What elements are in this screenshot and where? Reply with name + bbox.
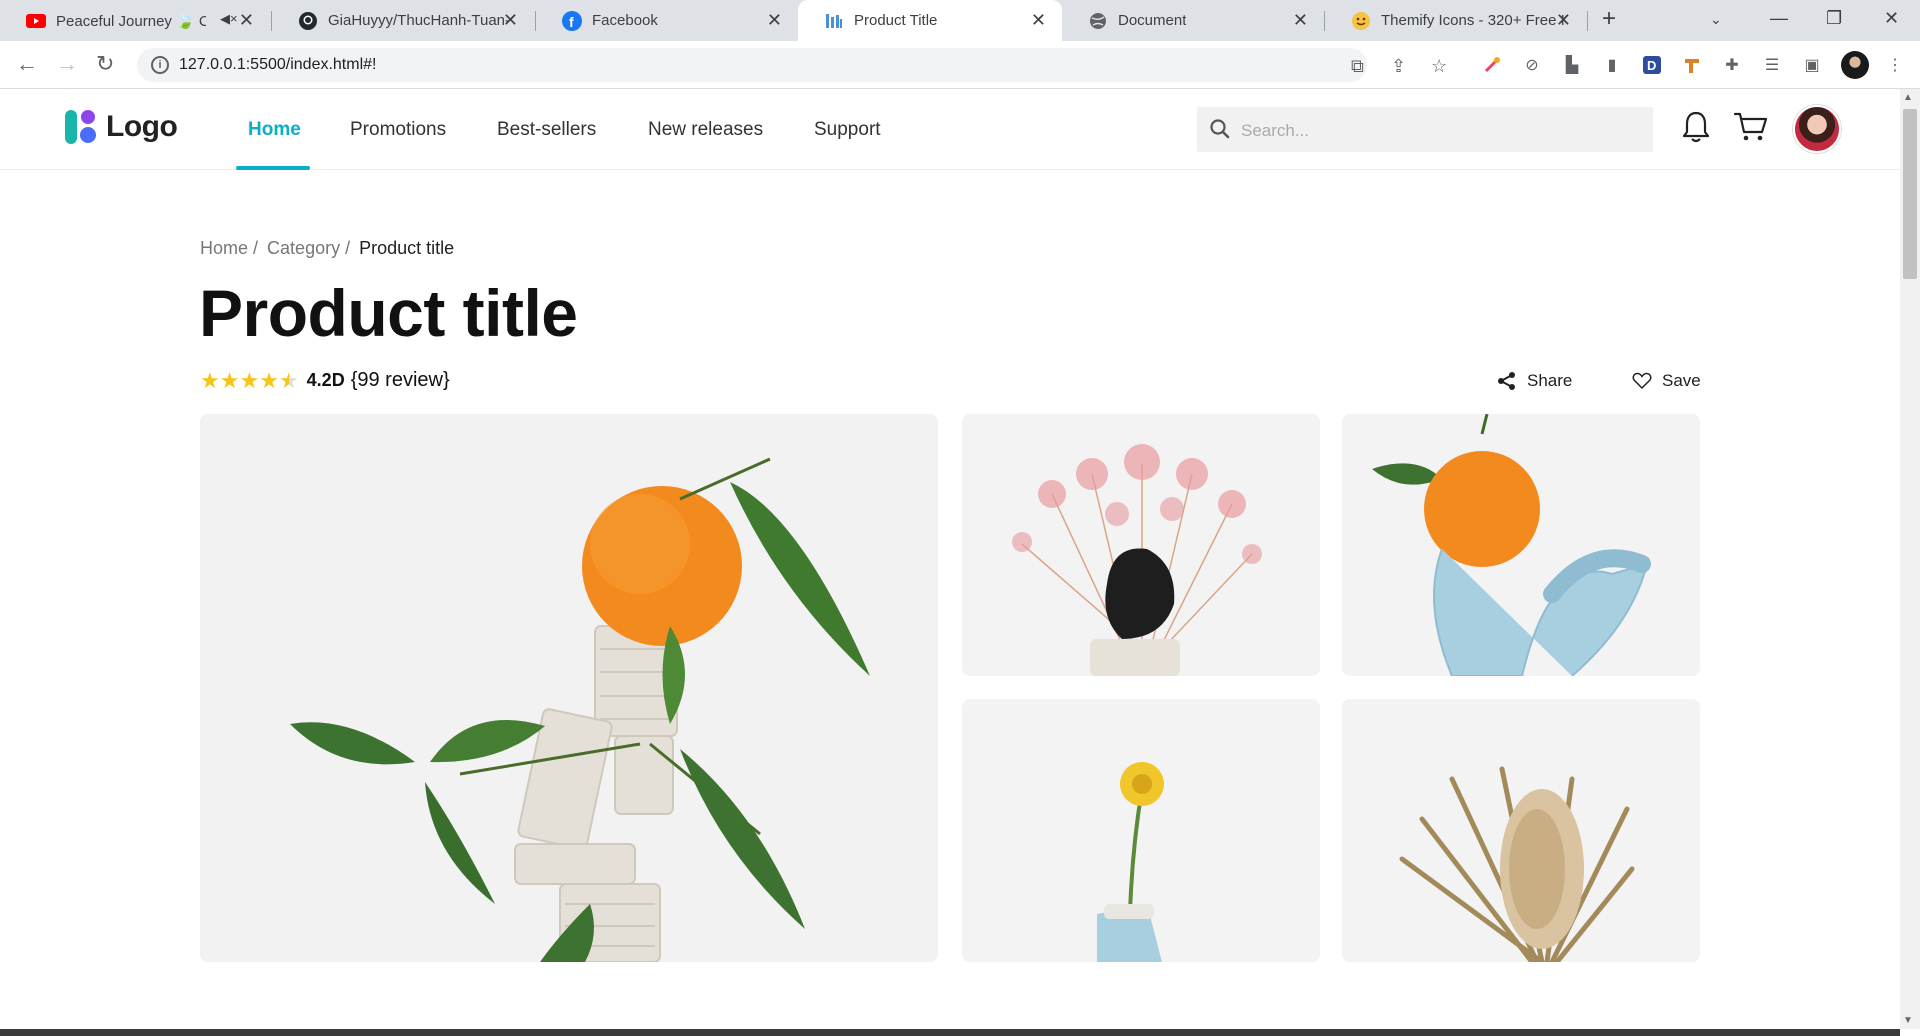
tab-document[interactable]: Document ✕ bbox=[1062, 0, 1324, 41]
logo-text: Logo bbox=[106, 110, 178, 143]
site-header: Logo Home Promotions Best-sellers New re… bbox=[0, 89, 1900, 170]
breadcrumb-category[interactable]: Category / bbox=[267, 238, 350, 258]
restore-icon[interactable]: ❐ bbox=[1826, 8, 1842, 29]
gallery-thumb-orange-blue-ceramic[interactable] bbox=[1342, 414, 1700, 676]
logo[interactable]: Logo bbox=[64, 109, 178, 145]
review-count[interactable]: {99 review} bbox=[351, 369, 450, 392]
close-tab-icon[interactable]: ✕ bbox=[767, 10, 782, 30]
save-button[interactable]: Save bbox=[1632, 371, 1701, 391]
tab-label: Document bbox=[1118, 12, 1187, 29]
breadcrumb: Home / Category / Product title bbox=[200, 238, 458, 259]
scrollbar-thumb[interactable] bbox=[1903, 109, 1917, 279]
gallery-thumb-pink-flowers[interactable] bbox=[962, 414, 1320, 676]
logo-mark-icon bbox=[65, 110, 96, 144]
star-icon: ★ bbox=[259, 367, 279, 393]
breadcrumb-home[interactable]: Home / bbox=[200, 238, 258, 258]
tab-product-title[interactable]: Product Title ✕ bbox=[798, 0, 1062, 41]
reload-icon[interactable]: ↻ bbox=[96, 51, 114, 77]
star-rating: ★ ★ ★ ★ ★ bbox=[200, 367, 299, 393]
tab-github[interactable]: GiaHuyyy/ThucHanh-Tuan- ✕ bbox=[272, 0, 534, 41]
nav-active-indicator bbox=[236, 166, 310, 170]
save-label: Save bbox=[1662, 371, 1701, 390]
half-star-icon: ★ bbox=[278, 367, 299, 393]
back-icon[interactable]: ← bbox=[16, 51, 38, 77]
side-panel-icon[interactable]: ▣ bbox=[1801, 54, 1823, 76]
heart-icon bbox=[1632, 372, 1652, 390]
user-avatar[interactable] bbox=[1793, 105, 1841, 153]
site-favicon bbox=[824, 11, 844, 31]
address-bar: ← → ↻ i 127.0.0.1:5500/index.html#! ⧉ ⇪ … bbox=[0, 41, 1920, 89]
color-picker-extension-icon[interactable] bbox=[1481, 54, 1503, 76]
star-icon: ★ bbox=[239, 367, 260, 393]
browser-menu-icon[interactable]: ⋮ bbox=[1884, 54, 1906, 76]
page-title: Product title bbox=[199, 276, 578, 350]
cart-icon[interactable] bbox=[1733, 109, 1769, 145]
browser-tab-bar: Peaceful Journey 🍃 Ch ◀× ✕ GiaHuyyy/Thuc… bbox=[0, 0, 1920, 41]
new-tab-icon[interactable]: + bbox=[1602, 5, 1616, 33]
facebook-icon: f bbox=[562, 10, 582, 31]
star-icon: ★ bbox=[200, 367, 220, 393]
profile-avatar-icon[interactable] bbox=[1841, 51, 1869, 79]
bookmark-star-icon[interactable]: ☆ bbox=[1431, 56, 1447, 77]
bell-icon[interactable] bbox=[1680, 109, 1712, 145]
site-info-icon[interactable]: i bbox=[151, 56, 169, 74]
extension-d-icon[interactable]: D bbox=[1641, 54, 1663, 76]
nav-best-sellers[interactable]: Best-sellers bbox=[497, 119, 596, 141]
close-tab-icon[interactable]: ✕ bbox=[503, 10, 518, 30]
scroll-down-icon[interactable]: ▼ bbox=[1903, 1015, 1913, 1026]
rating-value: 4.2D bbox=[306, 370, 345, 390]
gallery-thumb-yellow-flower[interactable] bbox=[962, 699, 1320, 962]
youtube-icon bbox=[26, 11, 46, 31]
search-box[interactable] bbox=[1197, 107, 1653, 154]
extension-icon-4[interactable]: ▮ bbox=[1601, 54, 1623, 76]
svg-text:f: f bbox=[569, 14, 574, 30]
tab-search-chevron-icon[interactable]: ⌄ bbox=[1710, 11, 1722, 28]
omnibox[interactable]: i 127.0.0.1:5500/index.html#! ⧉ ⇪ ☆ bbox=[137, 48, 1447, 82]
speaker-muted-icon[interactable]: ◀× bbox=[220, 11, 238, 27]
extension-icon-3[interactable]: ▙ bbox=[1561, 54, 1583, 76]
search-icon bbox=[1210, 119, 1230, 139]
translate-icon[interactable]: ⧉ bbox=[1351, 56, 1364, 77]
url-text[interactable]: 127.0.0.1:5500/index.html#! bbox=[179, 56, 376, 74]
tab-label: GiaHuyyy/ThucHanh-Tuan- bbox=[328, 12, 511, 29]
star-icon: ★ bbox=[219, 367, 240, 393]
nav-promotions[interactable]: Promotions bbox=[350, 119, 446, 141]
share-button[interactable]: Share bbox=[1497, 371, 1572, 391]
globe-icon bbox=[1088, 11, 1108, 31]
share-page-icon[interactable]: ⇪ bbox=[1391, 56, 1406, 77]
tab-themify[interactable]: Themify Icons - 320+ Free I ✕ bbox=[1325, 0, 1587, 41]
gallery-main-image[interactable] bbox=[200, 414, 938, 962]
extension-icon-6[interactable] bbox=[1681, 54, 1703, 76]
puzzle-extensions-icon[interactable]: ✚ bbox=[1721, 54, 1743, 76]
svg-text:D: D bbox=[1647, 58, 1656, 73]
themify-icon bbox=[1351, 11, 1371, 31]
github-icon bbox=[298, 11, 318, 31]
share-icon bbox=[1498, 372, 1515, 390]
tab-youtube[interactable]: Peaceful Journey 🍃 Ch ◀× ✕ bbox=[0, 0, 270, 41]
reading-list-icon[interactable]: ☰ bbox=[1761, 54, 1783, 76]
close-tab-icon[interactable]: ✕ bbox=[239, 10, 254, 30]
minimize-icon[interactable]: — bbox=[1770, 8, 1788, 29]
scroll-up-icon[interactable]: ▲ bbox=[1903, 92, 1913, 103]
close-window-icon[interactable]: ✕ bbox=[1884, 8, 1899, 29]
close-tab-icon[interactable]: ✕ bbox=[1293, 10, 1308, 30]
close-tab-icon[interactable]: ✕ bbox=[1031, 10, 1046, 30]
compass-extension-icon[interactable]: ⊘ bbox=[1521, 54, 1543, 76]
tab-facebook[interactable]: f Facebook ✕ bbox=[536, 0, 798, 41]
product-rating: ★ ★ ★ ★ ★ 4.2D {99 review} bbox=[200, 369, 450, 392]
tab-label: Facebook bbox=[592, 12, 658, 29]
nav-support[interactable]: Support bbox=[814, 119, 881, 141]
close-tab-icon[interactable]: ✕ bbox=[1556, 10, 1571, 30]
gallery-thumb-dried-flower[interactable] bbox=[1342, 699, 1700, 962]
search-input[interactable] bbox=[1239, 107, 1643, 154]
tab-label: Themify Icons - 320+ Free I bbox=[1381, 12, 1565, 29]
share-label: Share bbox=[1527, 371, 1573, 390]
bottom-edge bbox=[0, 1029, 1900, 1036]
tab-label: Product Title bbox=[854, 12, 938, 29]
forward-icon[interactable]: → bbox=[56, 51, 78, 77]
nav-home[interactable]: Home bbox=[248, 119, 301, 141]
tab-label: Peaceful Journey 🍃 Ch bbox=[56, 12, 206, 30]
breadcrumb-current: Product title bbox=[359, 238, 455, 258]
nav-new-releases[interactable]: New releases bbox=[648, 119, 763, 141]
